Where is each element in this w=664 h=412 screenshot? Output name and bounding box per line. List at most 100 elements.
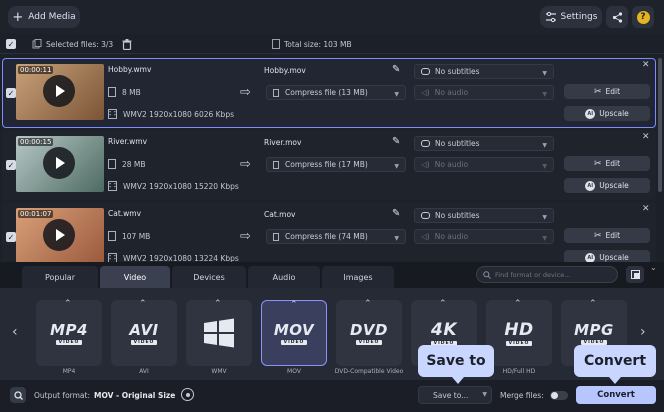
share-button[interactable] xyxy=(606,6,628,28)
file-checkbox[interactable]: ✓ xyxy=(6,160,16,170)
output-file-name[interactable]: Cat.mov xyxy=(264,210,296,219)
video-thumbnail[interactable]: 00:00:11 xyxy=(16,64,104,120)
upscale-button[interactable]: AI Upscale xyxy=(564,106,650,121)
format-video-badge: VIDEO xyxy=(280,340,308,345)
rename-icon[interactable]: ✎ xyxy=(392,64,400,75)
format-search-input[interactable] xyxy=(495,270,615,279)
video-thumbnail[interactable]: 00:01:07 xyxy=(16,208,104,264)
output-file-name[interactable]: River.mov xyxy=(264,138,301,147)
subtitles-dropdown[interactable]: No subtitles ▼ xyxy=(414,136,554,151)
compress-icon xyxy=(273,160,279,169)
remove-file-icon[interactable]: ✕ xyxy=(642,204,650,214)
format-mov[interactable]: ⌃ MOV VIDEO xyxy=(261,300,327,366)
output-format-icon xyxy=(10,387,26,403)
format-hd[interactable]: ⌃ HD VIDEO xyxy=(486,299,552,366)
save-to-dropdown[interactable]: Save to... ▼ xyxy=(418,386,492,404)
merge-files-toggle[interactable] xyxy=(549,391,568,400)
compress-dropdown[interactable]: Compress file (74 MB) ▼ xyxy=(266,229,406,244)
remove-file-icon[interactable]: ✕ xyxy=(642,132,650,142)
audio-dropdown[interactable]: ◁) No audio ▼ xyxy=(414,157,554,172)
format-dvd[interactable]: ⌃ DVD VIDEO xyxy=(336,299,402,366)
subtitles-value: No subtitles xyxy=(435,211,480,220)
convert-button[interactable]: Convert xyxy=(576,386,656,404)
compress-dropdown[interactable]: Compress file (13 MB) ▼ xyxy=(266,85,406,100)
subtitles-dropdown[interactable]: No subtitles ▼ xyxy=(414,208,554,223)
files-icon xyxy=(32,39,42,49)
chevron-down-icon: ▼ xyxy=(542,214,547,221)
settings-button[interactable]: Settings xyxy=(540,6,602,28)
subtitles-icon xyxy=(421,212,430,219)
chevron-up-icon: ⌃ xyxy=(139,299,147,309)
rename-icon[interactable]: ✎ xyxy=(392,136,400,147)
format-wmv[interactable]: ⌃ xyxy=(186,299,252,366)
format-prev-arrow-icon[interactable]: ‹ xyxy=(12,324,18,340)
chevron-down-icon: ▼ xyxy=(542,235,547,242)
trash-icon xyxy=(122,38,132,50)
audio-value: No audio xyxy=(434,88,469,97)
windows-logo-icon xyxy=(204,318,234,348)
settings-label: Settings xyxy=(560,12,598,22)
audio-dropdown[interactable]: ◁) No audio ▼ xyxy=(414,85,554,100)
tab-popular[interactable]: Popular xyxy=(22,266,98,288)
upscale-button[interactable]: AI Upscale xyxy=(564,178,650,193)
tab-images[interactable]: Images xyxy=(322,266,394,288)
save-to-callout-arrow xyxy=(452,377,464,384)
format-label: MOV xyxy=(287,368,301,375)
play-button[interactable] xyxy=(43,147,75,179)
edit-button[interactable]: ✂ Edit xyxy=(564,84,650,99)
tab-video[interactable]: Video xyxy=(100,266,170,288)
audio-dropdown[interactable]: ◁) No audio ▼ xyxy=(414,229,554,244)
ai-icon: AI xyxy=(585,180,596,191)
subtitles-dropdown[interactable]: No subtitles ▼ xyxy=(414,64,554,79)
upscale-label: Upscale xyxy=(599,253,629,262)
file-list-scrollbar[interactable] xyxy=(658,58,662,192)
output-format-info: Output format: MOV - Original Size xyxy=(34,391,175,400)
output-format-settings-icon[interactable] xyxy=(181,388,194,401)
ai-icon: AI xyxy=(585,108,596,119)
file-size: 8 MB xyxy=(122,87,141,97)
format-search-box[interactable] xyxy=(476,266,618,283)
subtitles-icon xyxy=(421,140,430,147)
output-file-name[interactable]: Hobby.mov xyxy=(264,66,306,75)
help-button[interactable]: ? xyxy=(632,6,654,28)
play-button[interactable] xyxy=(43,219,75,251)
chevron-up-icon: ⌃ xyxy=(214,299,222,309)
compress-icon xyxy=(273,232,279,241)
help-icon: ? xyxy=(636,10,650,24)
format-mp4[interactable]: ⌃ MP4 VIDEO xyxy=(36,299,102,366)
file-icon xyxy=(272,39,280,49)
file-checkbox[interactable]: ✓ xyxy=(6,88,16,98)
select-all-checkbox[interactable]: ✓ xyxy=(6,39,16,49)
edit-button[interactable]: ✂ Edit xyxy=(564,228,650,243)
compress-dropdown[interactable]: Compress file (17 MB) ▼ xyxy=(266,157,406,172)
format-next-arrow-icon[interactable]: › xyxy=(640,324,646,340)
remove-file-icon[interactable]: ✕ xyxy=(642,60,650,70)
tab-audio[interactable]: Audio xyxy=(248,266,320,288)
convert-callout: Convert xyxy=(574,345,656,377)
film-icon xyxy=(108,181,117,191)
compress-icon xyxy=(273,88,279,97)
format-video-badge: VIDEO xyxy=(355,340,383,345)
format-settings-button[interactable] xyxy=(626,266,644,283)
format-avi[interactable]: ⌃ AVI VIDEO xyxy=(111,299,177,366)
chevron-down-icon: ▼ xyxy=(542,70,547,77)
tab-devices[interactable]: Devices xyxy=(172,266,246,288)
chevron-down-icon: ▼ xyxy=(394,163,399,170)
add-media-button[interactable]: + Add Media xyxy=(8,6,80,28)
file-checkbox[interactable]: ✓ xyxy=(6,232,16,242)
rename-icon[interactable]: ✎ xyxy=(392,208,400,219)
format-logo-text: MP4 xyxy=(50,321,88,339)
format-video-badge: VIDEO xyxy=(130,340,158,345)
edit-label: Edit xyxy=(605,231,621,240)
format-logo-text: MOV xyxy=(273,321,315,339)
chevron-down-icon: ▼ xyxy=(542,142,547,149)
video-specs: WMV2 1920x1080 15220 Kbps xyxy=(123,181,239,191)
collapse-panel-icon[interactable]: ⌄ xyxy=(650,263,657,272)
file-icon xyxy=(108,87,116,97)
edit-label: Edit xyxy=(605,87,621,96)
chevron-down-icon: ▼ xyxy=(394,235,399,242)
edit-button[interactable]: ✂ Edit xyxy=(564,156,650,171)
delete-selected-button[interactable] xyxy=(120,37,134,51)
play-button[interactable] xyxy=(43,75,75,107)
video-thumbnail[interactable]: 00:00:15 xyxy=(16,136,104,192)
